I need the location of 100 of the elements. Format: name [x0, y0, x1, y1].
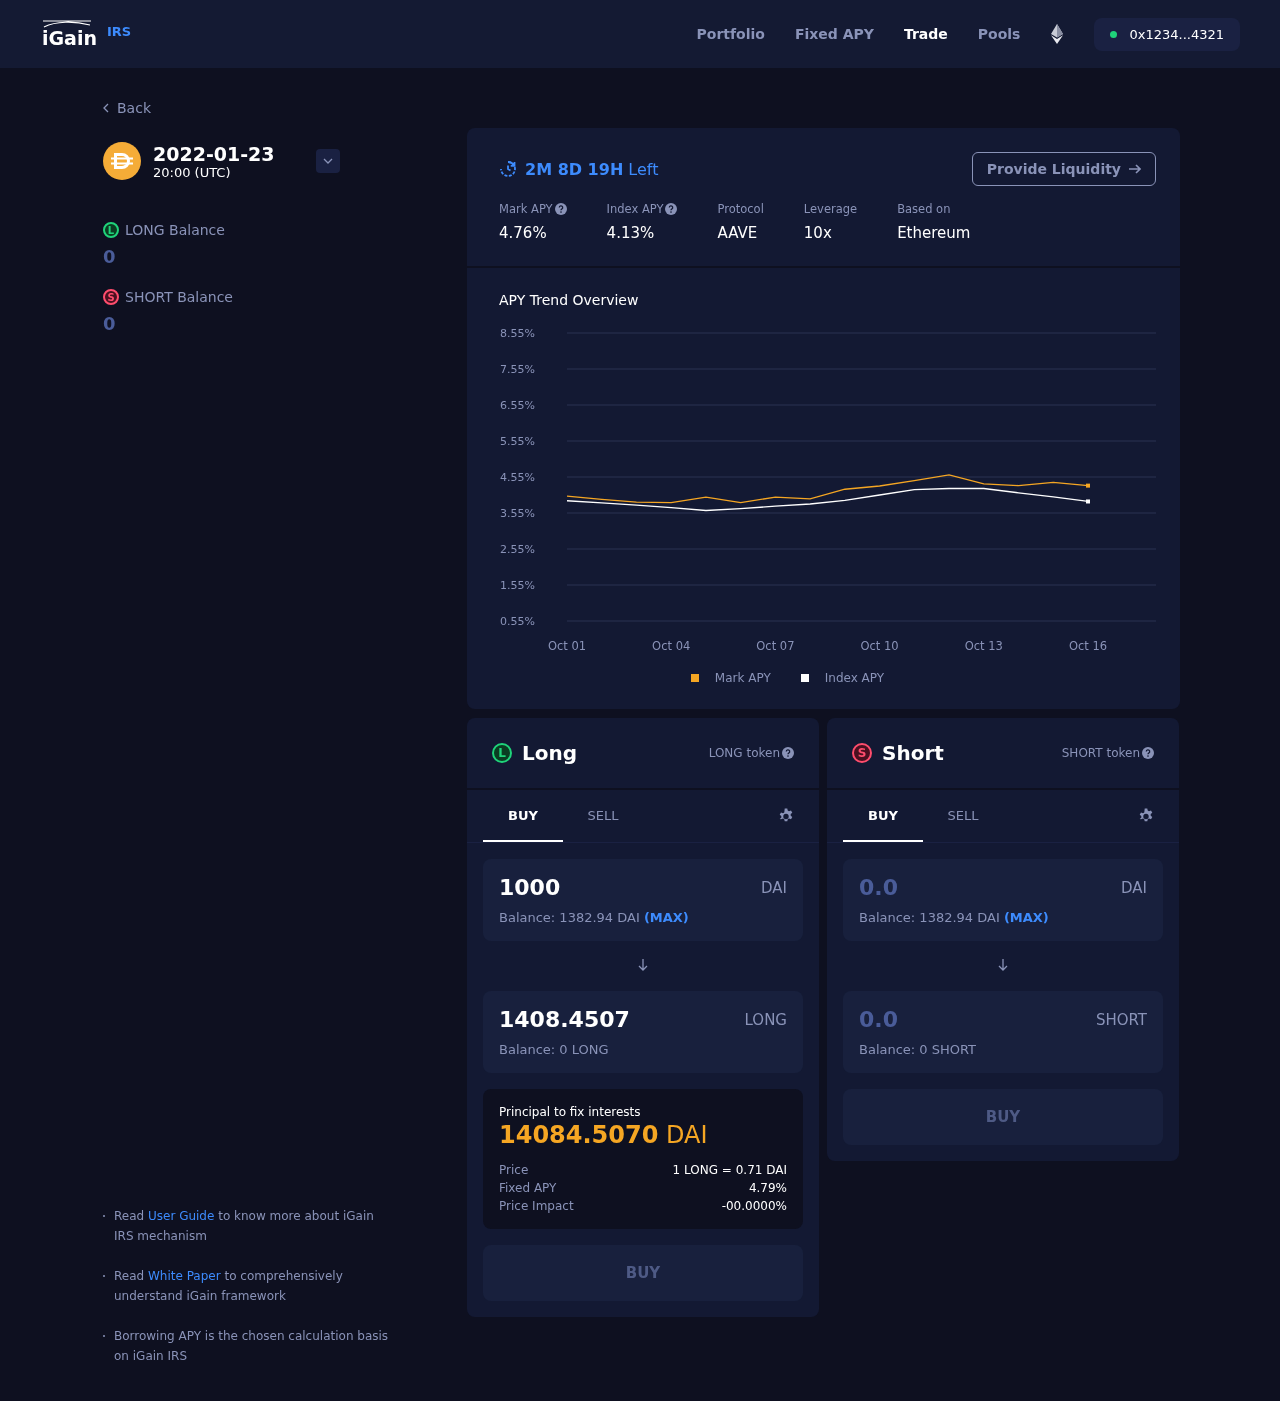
- down-arrow-icon: [638, 959, 648, 971]
- stat-value: Ethereum: [897, 224, 971, 242]
- summary-value: 4.79%: [747, 1181, 787, 1195]
- axis-label: 3.55%: [500, 507, 535, 520]
- axis-label: 4.55%: [500, 471, 535, 484]
- logo[interactable]: iGain: [42, 28, 97, 48]
- legend-label: Index APY: [824, 671, 885, 685]
- amount-input[interactable]: 1000: [499, 875, 699, 900]
- max-link[interactable]: (MAX): [643, 910, 689, 925]
- axis-label: 0.55%: [500, 615, 535, 628]
- chart-title: APY Trend Overview: [499, 292, 640, 308]
- trade-tab[interactable]: SELL: [563, 790, 643, 842]
- axis-label: 5.55%: [500, 435, 535, 448]
- axis-label: Oct 04: [652, 639, 691, 653]
- nav-link[interactable]: Pools: [977, 26, 1021, 42]
- token-unit: SHORT: [1095, 1010, 1147, 1029]
- token-label: SHORT token: [1061, 746, 1140, 760]
- clock-icon: [499, 160, 517, 178]
- amount-input[interactable]: 1408.4507: [499, 1007, 699, 1032]
- stat-value: 4.76%: [499, 224, 548, 242]
- axis-label: 1.55%: [500, 579, 535, 592]
- token-badge: S: [103, 289, 119, 305]
- balance-text: Balance: 0 LONG: [499, 1042, 610, 1057]
- nav-link[interactable]: Fixed APY: [794, 26, 874, 42]
- info-note: Read White Paper to comprehensively understand iGain framework: [114, 1268, 344, 1305]
- settings-icon[interactable]: [778, 808, 794, 824]
- axis-label: 6.55%: [500, 399, 535, 412]
- chevron-left-icon: [103, 103, 109, 113]
- ethereum-icon[interactable]: [1050, 24, 1065, 44]
- trade-tab[interactable]: SELL: [923, 790, 1003, 842]
- provide-liquidity-button[interactable]: Provide Liquidity: [971, 152, 1156, 186]
- down-arrow-icon: [998, 959, 1008, 971]
- balance-label: SHORT Balance: [125, 289, 233, 305]
- axis-label: 8.55%: [500, 327, 535, 340]
- trade-tab[interactable]: BUY: [483, 790, 563, 842]
- summary-label: Price: [499, 1163, 530, 1177]
- amount-box[interactable]: 1000 DAI Balance: 1382.94 DAI (MAX): [483, 859, 803, 941]
- max-link[interactable]: (MAX): [1003, 910, 1049, 925]
- axis-label: Oct 16: [1068, 639, 1108, 653]
- token-badge: L: [492, 743, 512, 763]
- summary-label: Price Impact: [499, 1199, 575, 1213]
- product-name: IRS: [106, 23, 132, 39]
- token-unit: LONG: [744, 1010, 787, 1029]
- axis-label: Oct 13: [964, 639, 1003, 653]
- settings-icon[interactable]: [1138, 808, 1154, 824]
- pool-time: 20:00 (UTC): [153, 164, 232, 180]
- axis-label: Oct 01: [547, 639, 587, 653]
- stat-label: Based on: [897, 202, 951, 216]
- help-icon[interactable]: [554, 203, 567, 215]
- balance-text: Balance: 1382.94 DAI (MAX): [499, 910, 690, 925]
- amount-box[interactable]: 0.0 DAI Balance: 1382.94 DAI (MAX): [843, 859, 1163, 941]
- chevron-down-icon: [323, 158, 333, 164]
- amount-input[interactable]: 0.0: [859, 875, 1059, 900]
- panel-title: Short: [882, 741, 944, 765]
- nav-link[interactable]: Portfolio: [696, 26, 765, 42]
- info-note: Read User Guide to know more about iGain IRS mechanism: [114, 1208, 375, 1245]
- countdown-text: 2M 8D 19H Left: [525, 159, 659, 179]
- amount-box[interactable]: 1408.4507 LONG Balance: 0 LONG: [483, 991, 803, 1073]
- balance-value: 0: [103, 246, 117, 267]
- back-link[interactable]: Back: [103, 100, 151, 116]
- help-icon[interactable]: [782, 747, 794, 759]
- legend-label: Mark APY: [714, 671, 771, 685]
- pool-date: 2022-01-23: [153, 142, 275, 165]
- logo-arc-icon: [42, 20, 92, 28]
- summary-title: Principal to fix interests: [499, 1105, 642, 1119]
- token-unit: DAI: [1121, 878, 1147, 897]
- stat-value: AAVE: [717, 224, 759, 242]
- dai-coin-icon: [103, 142, 141, 180]
- stat-value: 4.13%: [606, 224, 656, 242]
- balance-text: Balance: 0 SHORT: [859, 1042, 978, 1057]
- balance-text: Balance: 1382.94 DAI (MAX): [859, 910, 1050, 925]
- stat-value: 10x: [803, 224, 833, 242]
- stat-label: Mark APY: [499, 202, 553, 216]
- balance-label: LONG Balance: [125, 222, 225, 238]
- summary-value: -00.0000%: [720, 1199, 787, 1213]
- help-icon[interactable]: [665, 203, 678, 215]
- help-icon[interactable]: [1142, 747, 1154, 759]
- info-note: Borrowing APY is the chosen calculation basis on iGain IRS: [114, 1328, 390, 1365]
- doc-link[interactable]: User Guide: [147, 1209, 215, 1223]
- trade-tab[interactable]: BUY: [843, 790, 923, 842]
- summary-value: 1 LONG = 0.71 DAI: [672, 1163, 787, 1177]
- stat-label: Leverage: [803, 202, 858, 216]
- nav-link[interactable]: Trade: [903, 26, 948, 42]
- axis-label: Oct 10: [860, 639, 899, 653]
- amount-input[interactable]: 0.0: [859, 1007, 1059, 1032]
- wallet-button[interactable]: 0x1234...4321: [1094, 17, 1240, 51]
- token-unit: DAI: [761, 878, 787, 897]
- amount-box[interactable]: 0.0 SHORT Balance: 0 SHORT: [843, 991, 1163, 1073]
- arrow-right-icon: [1129, 164, 1141, 174]
- token-label: LONG token: [708, 746, 780, 760]
- principal-amount: 14084.5070 DAI: [499, 1121, 709, 1149]
- stat-label: Protocol: [717, 202, 764, 216]
- token-badge: L: [103, 222, 119, 238]
- panel-title: Long: [522, 741, 578, 765]
- axis-label: 2.55%: [500, 543, 535, 556]
- doc-link[interactable]: White Paper: [147, 1269, 221, 1283]
- axis-label: Oct 07: [756, 639, 795, 653]
- dropdown-button[interactable]: [316, 149, 340, 173]
- summary-label: Fixed APY: [499, 1181, 558, 1195]
- token-badge: S: [852, 743, 872, 763]
